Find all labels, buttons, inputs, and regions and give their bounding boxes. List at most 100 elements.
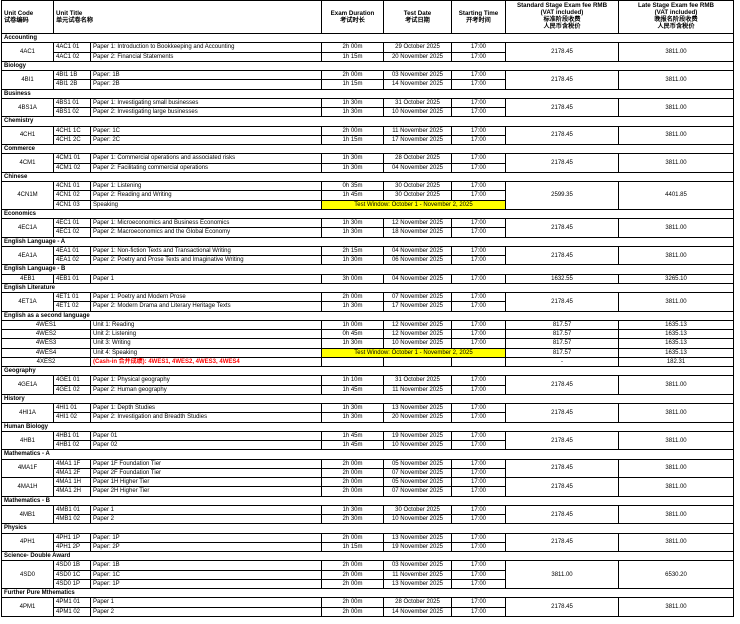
standard-fee: 2178.45 [506,246,619,266]
standard-fee: 3811.00 [506,561,619,589]
paper-title: Unit 3: Writing [91,339,322,349]
header-late-fee-line-cn: 人民币含税价 [657,23,695,30]
section-header: Further Pure Mthematics [2,589,734,599]
exam-duration: 1h 45m [322,431,384,441]
test-date [384,357,452,367]
section-header: English Language - A [2,237,734,247]
standard-fee: 1632.55 [506,274,619,284]
test-date: 05 November 2025 [384,459,452,469]
section-header: Accounting [2,34,734,44]
standard-fee: 2178.45 [506,431,619,451]
starting-time: 17:00 [452,459,506,469]
starting-time [452,357,506,367]
paper-title: Paper 1 [91,598,322,608]
header-starting-time-label: Starting Time [458,9,499,17]
header-late-fee-line: (VAT included) [654,9,698,16]
paper-title: Paper 1 [91,274,322,284]
section-header: Human Biology [2,422,734,432]
paper-title: Speaking [91,200,322,210]
paper-title: Paper 2H Higher Tier [91,487,322,497]
unit-code: 4HB1 [2,431,54,451]
exam-duration: 1h 30m [322,108,384,118]
unit-code: 4EC1A [2,219,54,238]
header-starting-time-label-cn: 开考时间 [466,17,491,24]
exam-duration: 2h 30m [322,515,384,525]
paper-code: 4BI1 1B [54,71,91,81]
paper-title: Paper 1: Poetry and Modern Prose [91,293,322,303]
late-fee: 3811.00 [619,293,734,312]
test-date: 18 November 2025 [384,228,452,238]
late-fee: 3811.00 [619,459,734,478]
test-date: 28 October 2025 [384,598,452,608]
paper-code: 4BS1 01 [54,98,91,108]
section-header: Economics [2,209,734,219]
paper-code: 4CN1 02 [54,191,91,201]
test-date: 03 November 2025 [384,71,452,81]
paper-title: Unit 1: Reading [91,320,322,330]
exam-duration: 2h 15m [322,246,384,256]
starting-time: 17:00 [452,385,506,395]
standard-fee: 2178.45 [506,533,619,552]
standard-fee: 817.57 [506,320,619,330]
unit-code: 4BS1A [2,98,54,118]
exam-duration: 1h 30m [322,219,384,229]
header-late-fee: Late Stage Exam fee RMB (VAT included) 晚… [619,1,734,34]
paper-title: Paper 2 [91,515,322,525]
header-exam-duration: Exam Duration 考试时长 [322,1,384,34]
starting-time: 17:00 [452,163,506,173]
paper-title: Paper 2: Human geography [91,385,322,395]
test-window: Test Window: October 1 - November 2, 202… [322,348,506,358]
paper-title: Paper: 1P [91,579,322,589]
test-date: 31 October 2025 [384,376,452,386]
section-header: History [2,394,734,404]
exam-duration: 2h 00m [322,478,384,488]
paper-title: Paper 2 [91,607,322,617]
section-header: Biology [2,61,734,71]
header-test-date-label-cn: 考试日期 [405,17,430,24]
header-standard-fee-line: Standard Stage Exam fee RMB [516,2,608,9]
paper-title: Paper: 1B [91,71,322,81]
starting-time: 17:00 [452,561,506,571]
starting-time: 17:00 [452,441,506,451]
cash-in-note: (Cash-in 合并成绩): 4WES1, 4WES2, 4WES3, 4WE… [91,357,322,367]
late-fee: 1635.13 [619,348,734,358]
unit-code: 4WES1 [2,320,91,330]
test-date: 04 November 2025 [384,274,452,284]
paper-code: 4CM1 02 [54,163,91,173]
exam-duration: 2h 00m [322,607,384,617]
paper-title: Paper 2: Macroeconomics and the Global E… [91,228,322,238]
test-date: 04 November 2025 [384,163,452,173]
paper-code: 4HI1 01 [54,404,91,414]
exam-duration: 1h 45m [322,191,384,201]
unit-code: 4SD0 [2,561,54,589]
section-header: Mathematics - A [2,450,734,460]
header-unit-title-label-cn: 单元试卷名称 [56,17,94,24]
paper-title: Paper 1: Commercial operations and assoc… [91,154,322,164]
unit-code: 4MB1 [2,505,54,525]
test-date: 30 October 2025 [384,505,452,515]
test-date: 20 November 2025 [384,413,452,423]
exam-duration: 2h 00m [322,487,384,497]
late-fee: 6530.20 [619,561,734,589]
test-date: 07 November 2025 [384,487,452,497]
standard-fee: 2178.45 [506,219,619,238]
section-header: Geography [2,367,734,377]
paper-title: Paper 2: Investigating large businesses [91,108,322,118]
paper-code: 4EB1 01 [54,274,91,284]
starting-time: 17:00 [452,579,506,589]
test-date: 06 November 2025 [384,256,452,266]
standard-fee: 2178.45 [506,598,619,617]
paper-title: Paper 2: Reading and Writing [91,191,322,201]
test-date: 30 October 2025 [384,191,452,201]
late-fee: 3811.00 [619,246,734,266]
exam-duration: 1h 30m [322,228,384,238]
test-date: 12 November 2025 [384,219,452,229]
standard-fee: 2178.45 [506,376,619,395]
exam-duration: 1h 30m [322,98,384,108]
unit-code: 4EB1 [2,274,54,284]
exam-duration: 2h 00m [322,293,384,303]
test-date: 10 November 2025 [384,108,452,118]
starting-time: 17:00 [452,246,506,256]
standard-fee: 2178.45 [506,459,619,478]
exam-duration: 1h 30m [322,256,384,266]
